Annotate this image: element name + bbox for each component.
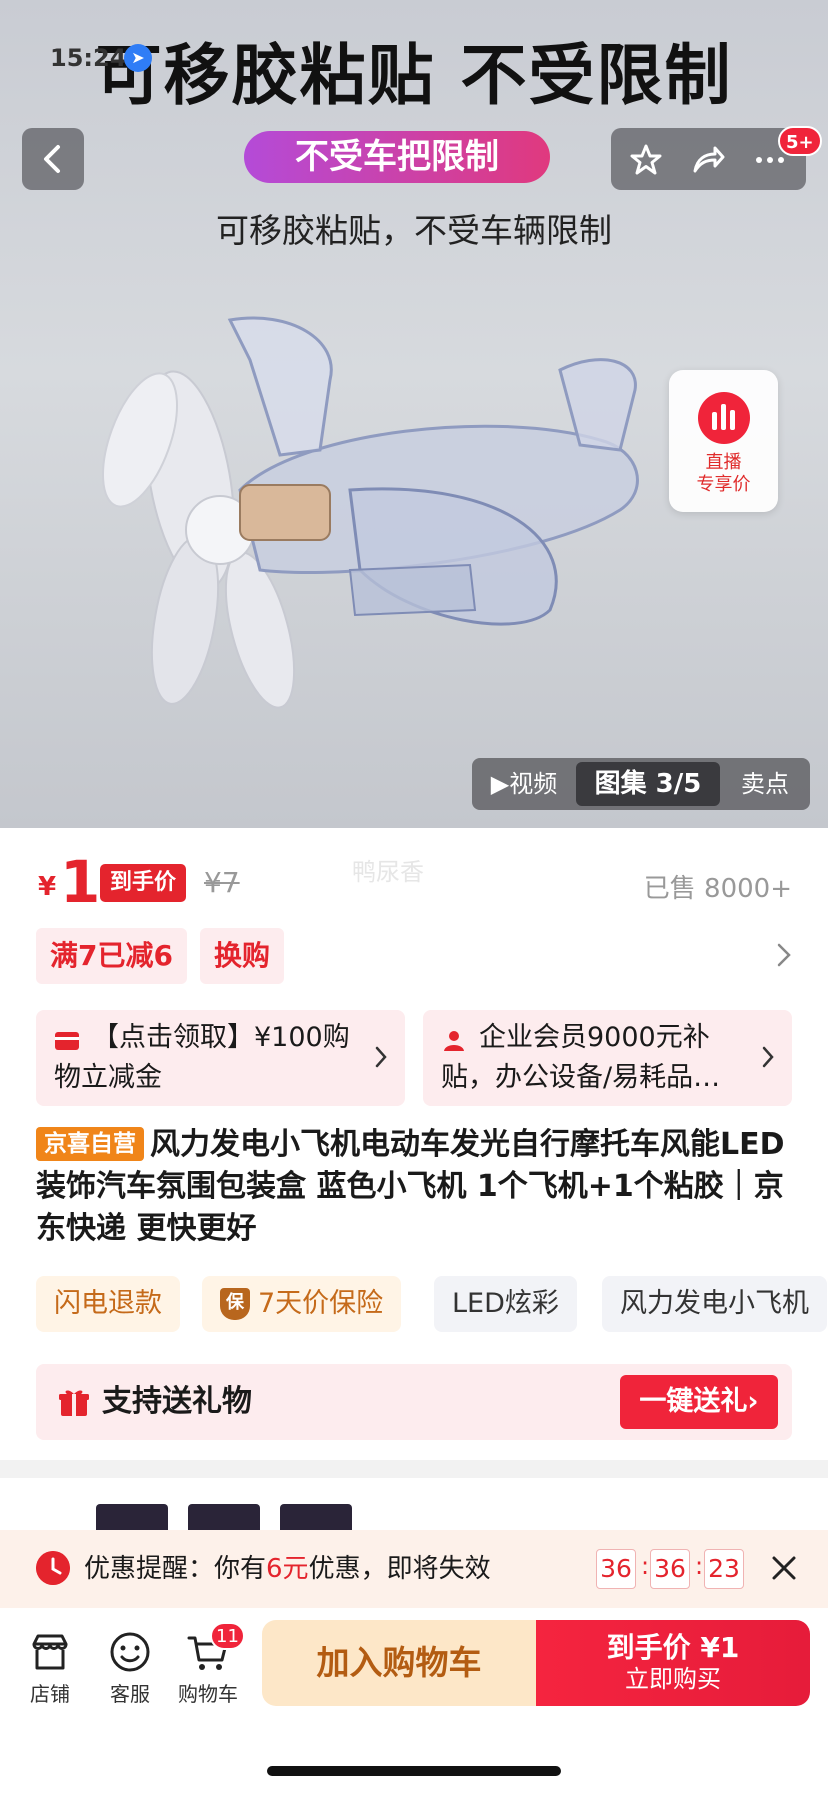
promo-discount[interactable]: 满7已减6 bbox=[36, 928, 187, 984]
countdown-sep: : bbox=[695, 1552, 704, 1580]
card-icon bbox=[55, 1032, 79, 1050]
message-count-badge: 5+ bbox=[778, 126, 822, 156]
tag-price-protect[interactable]: 保 7天价保险 bbox=[202, 1276, 402, 1332]
watermark: 鸭尿香 bbox=[352, 858, 424, 886]
chevron-right-icon[interactable] bbox=[776, 942, 792, 968]
live-stream-icon bbox=[697, 392, 750, 444]
cart-label: 购物车 bbox=[178, 1682, 238, 1706]
customer-service-button[interactable]: 客服 bbox=[92, 1630, 168, 1707]
countdown-hours: 36 bbox=[596, 1549, 636, 1589]
product-info-card: 鸭尿香 ¥ 1 到手价 ¥7 已售 8000+ 满7已减6 换购 【点击领取】¥… bbox=[0, 828, 828, 1460]
person-icon bbox=[444, 1031, 464, 1051]
tab-selling-points[interactable]: 卖点 bbox=[720, 758, 810, 810]
home-indicator bbox=[267, 1766, 561, 1776]
close-icon[interactable] bbox=[770, 1554, 798, 1582]
hero-pill: 不受车把限制 bbox=[244, 131, 550, 183]
buy-now-label: 立即购买 bbox=[625, 1665, 721, 1693]
hero-subtitle: 可移胶粘贴，不受车辆限制 bbox=[216, 211, 612, 250]
gift-banner: 支持送礼物 一键送礼› bbox=[36, 1364, 792, 1440]
reminder-amount: 6元 bbox=[266, 1554, 309, 1584]
coupon-text: 企业会员9000元补贴，办公设备/易耗品… bbox=[441, 1022, 721, 1093]
countdown-seconds: 23 bbox=[704, 1549, 744, 1589]
customer-service-label: 客服 bbox=[110, 1682, 150, 1706]
store-icon bbox=[32, 1634, 68, 1670]
original-price: ¥7 bbox=[204, 866, 240, 899]
alarm-clock-icon bbox=[36, 1551, 70, 1585]
countdown-sep: : bbox=[641, 1552, 650, 1580]
price-value: 1 bbox=[60, 848, 101, 916]
live-label-line2: 专享价 bbox=[696, 474, 751, 495]
tag-fast-refund[interactable]: 闪电退款 bbox=[36, 1276, 180, 1332]
share-icon[interactable] bbox=[691, 143, 725, 177]
gift-label: 支持送礼物 bbox=[102, 1384, 252, 1419]
tag-wind-plane[interactable]: 风力发电小飞机 bbox=[602, 1276, 827, 1332]
status-time: 15:24 bbox=[50, 44, 127, 72]
top-action-group bbox=[611, 128, 806, 190]
tag-led[interactable]: LED炫彩 bbox=[434, 1276, 577, 1332]
shop-button[interactable]: 店铺 bbox=[12, 1630, 88, 1707]
tab-video[interactable]: ▶视频 bbox=[472, 758, 576, 810]
buy-price-line: 到手价 ¥1 bbox=[606, 1631, 740, 1664]
sold-count: 已售 8000+ bbox=[643, 874, 792, 904]
smiley-chat-icon bbox=[110, 1632, 150, 1672]
product-airplane-image bbox=[102, 316, 639, 709]
add-to-cart-button[interactable]: 加入购物车 bbox=[262, 1620, 536, 1706]
cart-count-badge: 11 bbox=[210, 1622, 245, 1650]
reminder-suffix: 优惠，即将失效 bbox=[308, 1554, 491, 1584]
recommend-thumbnail-strip bbox=[0, 1478, 828, 1540]
live-label-line1: 直播 bbox=[705, 452, 742, 473]
coupon-card-shopping[interactable]: 【点击领取】¥100购物立减金 bbox=[36, 1010, 405, 1106]
star-favorite-icon[interactable] bbox=[629, 143, 663, 177]
bottom-action-bar: 店铺 客服 购物车 11 加入购物车 到手价 ¥1 立即购买 bbox=[0, 1608, 828, 1793]
product-title: 京喜自营 风力发电小飞机电动车发光自行摩托车风能LED装饰汽车氛围包装盒 蓝色小飞… bbox=[36, 1124, 792, 1250]
gift-icon bbox=[59, 1390, 89, 1416]
promo-exchange[interactable]: 换购 bbox=[200, 928, 285, 984]
self-operated-badge: 京喜自营 bbox=[36, 1127, 144, 1161]
buy-now-button[interactable]: 到手价 ¥1 立即购买 bbox=[536, 1620, 810, 1706]
product-image-gallery[interactable]: 可移胶粘贴 不受限制 15:24 ➤ 不受车把限制 可移胶粘贴，不受车辆限制 5… bbox=[0, 0, 828, 828]
countdown-minutes: 36 bbox=[650, 1549, 690, 1589]
product-title-text: 风力发电小飞机电动车发光自行摩托车风能LED装饰汽车氛围包装盒 蓝色小飞机 1个… bbox=[36, 1127, 785, 1204]
send-gift-button[interactable]: 一键送礼› bbox=[620, 1375, 778, 1429]
tag-price-protect-label: 7天价保险 bbox=[258, 1288, 384, 1319]
price-symbol: ¥ bbox=[38, 872, 57, 902]
live-price-card[interactable]: 直播 专享价 bbox=[669, 370, 778, 512]
shop-label: 店铺 bbox=[30, 1682, 70, 1706]
reminder-prefix: 优惠提醒：你有 bbox=[84, 1554, 267, 1584]
coupon-text: 【点击领取】¥100购物立减金 bbox=[54, 1022, 350, 1093]
coupon-card-enterprise[interactable]: 企业会员9000元补贴，办公设备/易耗品… bbox=[423, 1010, 792, 1106]
media-tabs: ▶视频 图集 3/5 卖点 bbox=[472, 758, 810, 810]
location-arrow-icon: ➤ bbox=[124, 44, 152, 72]
back-button[interactable] bbox=[22, 128, 84, 190]
chevron-left-icon bbox=[44, 145, 60, 173]
chevron-right-icon bbox=[762, 1046, 774, 1068]
reminder-text: 优惠提醒：你有6元优惠，即将失效 bbox=[84, 1530, 491, 1608]
final-price-tag: 到手价 bbox=[100, 864, 187, 902]
tab-gallery[interactable]: 图集 3/5 bbox=[576, 762, 720, 806]
chevron-right-icon bbox=[375, 1046, 387, 1068]
shield-icon: 保 bbox=[220, 1288, 250, 1320]
discount-reminder-bar: 优惠提醒：你有6元优惠，即将失效 36 : 36 : 23 bbox=[0, 1530, 828, 1608]
